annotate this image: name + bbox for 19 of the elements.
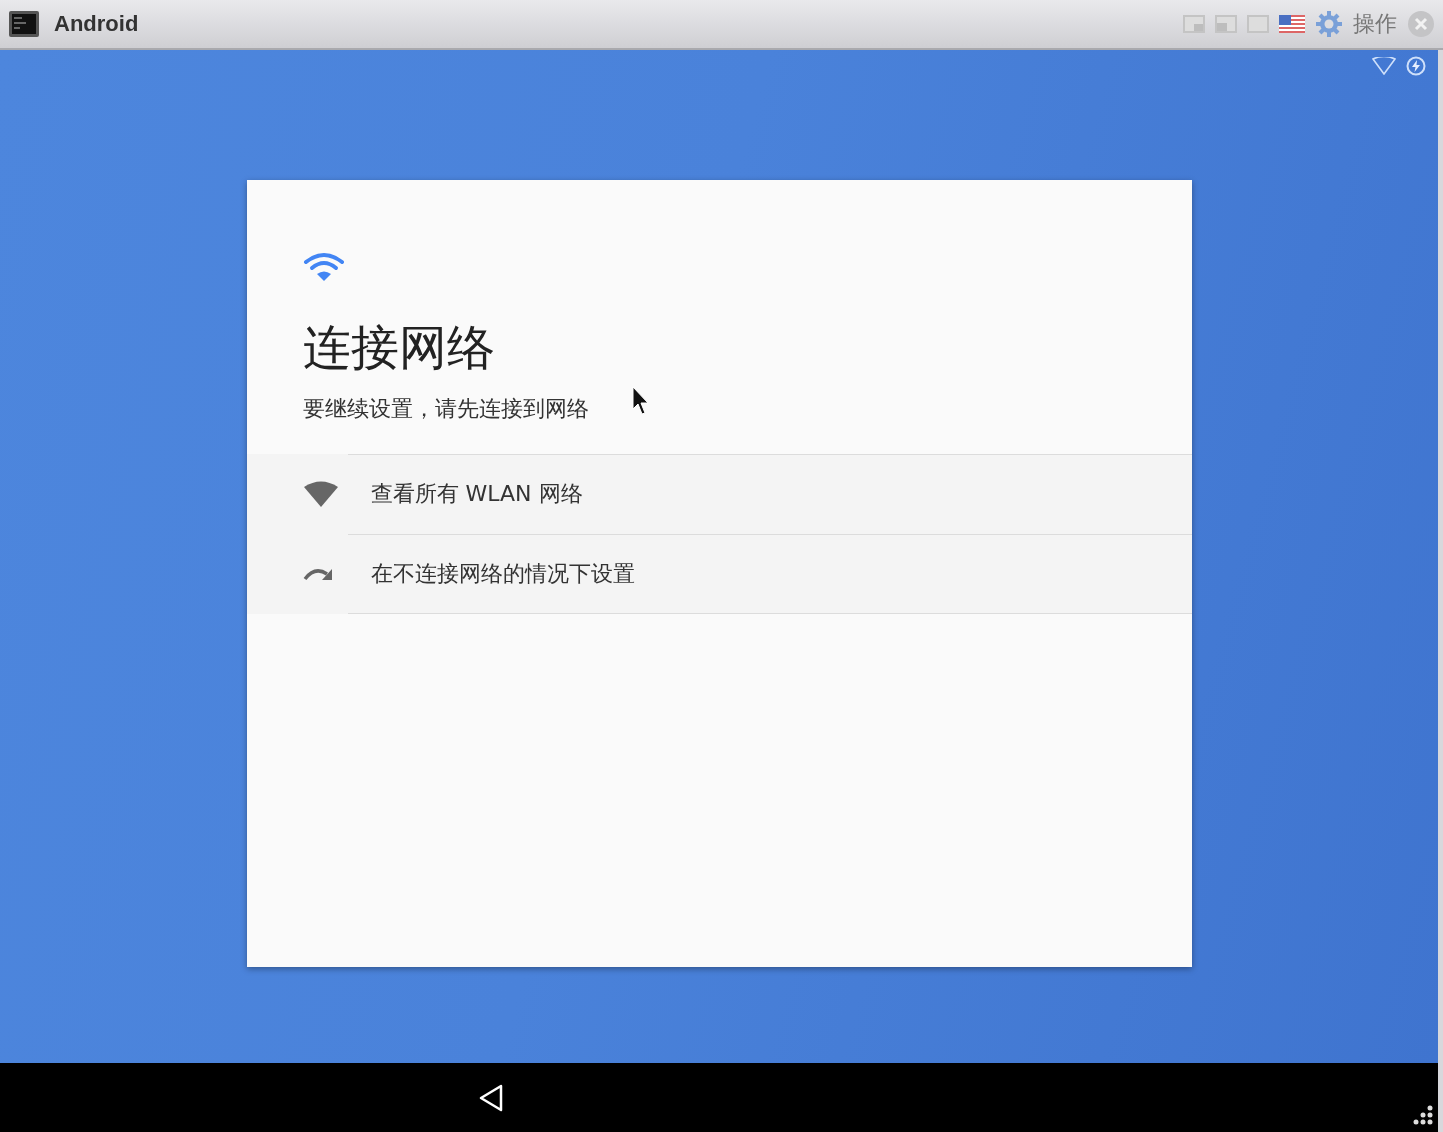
window-maximize-icon[interactable]: [1247, 15, 1269, 33]
page-title: 连接网络: [302, 318, 496, 377]
redo-arrow-icon: [302, 566, 333, 582]
back-icon[interactable]: [478, 1083, 504, 1112]
close-icon[interactable]: [1407, 10, 1435, 38]
wifi-icon: [1372, 57, 1396, 75]
page-subtitle: 要继续设置，请先连接到网络: [302, 395, 589, 423]
window-layout-icon[interactable]: [1183, 15, 1205, 33]
battery-charging-icon: [1406, 56, 1426, 76]
app-icon: [8, 10, 40, 38]
window-layout-icon[interactable]: [1215, 15, 1237, 33]
flag-icon[interactable]: [1279, 15, 1305, 33]
resize-grip-icon[interactable]: [1412, 1104, 1434, 1126]
window-title: Android: [54, 11, 140, 37]
list-item[interactable]: 查看所有 WLAN 网络: [246, 454, 1192, 534]
settings-icon[interactable]: [1315, 10, 1343, 38]
wifi-icon: [302, 252, 345, 282]
list-item[interactable]: 在不连接网络的情况下设置: [246, 534, 1192, 614]
wifi-icon: [302, 480, 339, 508]
